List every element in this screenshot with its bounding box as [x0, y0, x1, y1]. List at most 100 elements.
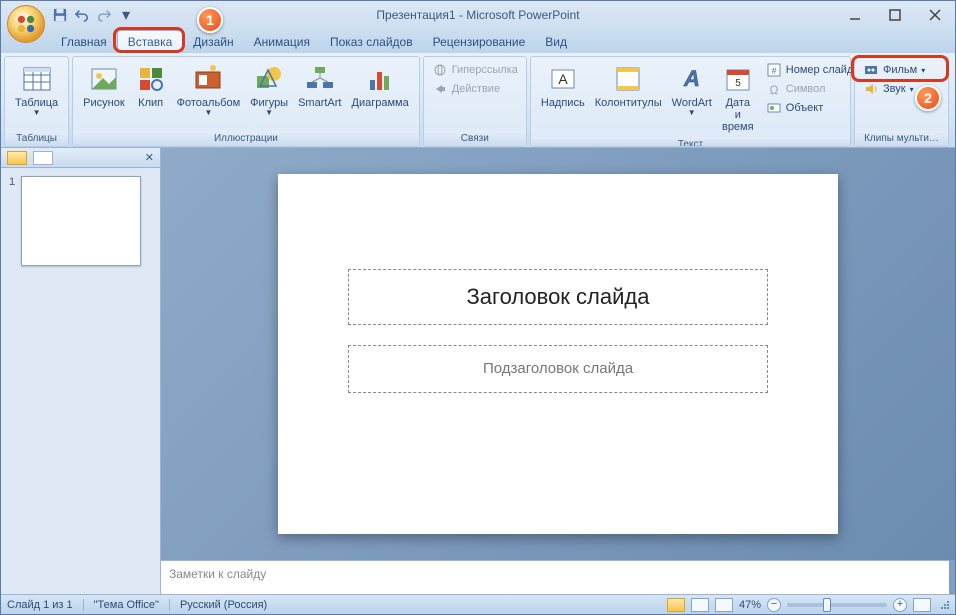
wordart-icon: A [676, 63, 708, 95]
action-button[interactable]: Действие [430, 80, 520, 98]
panel-close-icon[interactable]: ✕ [145, 151, 154, 164]
slidenumber-icon: # [766, 62, 782, 78]
symbol-icon: Ω [766, 81, 782, 97]
table-icon [21, 63, 53, 95]
clip-button[interactable]: Клип [131, 61, 171, 111]
status-theme: "Тема Office" [94, 599, 159, 611]
svg-text:#: # [771, 66, 776, 76]
smartart-icon [304, 63, 336, 95]
slide-canvas[interactable]: Заголовок слайда Подзаголовок слайда [161, 148, 955, 560]
zoom-in-button[interactable]: + [893, 598, 907, 612]
chart-button[interactable]: Диаграмма [348, 61, 413, 111]
action-icon [432, 81, 448, 97]
textbox-button[interactable]: AНадпись [537, 61, 589, 111]
textbox-icon: A [547, 63, 579, 95]
tab-review[interactable]: Рецензирование [423, 31, 536, 53]
group-text: AНадпись Колонтитулы AWordArt▼ 5Дата и в… [530, 56, 851, 147]
ribbon: Таблица▼ Таблицы Рисунок Клип Фотоальбом… [1, 53, 955, 148]
slide-thumbnail[interactable]: 1 [9, 176, 152, 266]
redo-icon[interactable] [95, 6, 113, 24]
office-logo-icon [15, 13, 37, 35]
status-bar: Слайд 1 из 1 "Тема Office" Русский (Росс… [1, 594, 955, 614]
tab-view[interactable]: Вид [535, 31, 577, 53]
chevron-down-icon: ▼ [33, 109, 41, 118]
fit-window-button[interactable] [913, 598, 931, 612]
sound-icon [863, 81, 879, 97]
chevron-down-icon: ▾ [910, 85, 914, 94]
group-links: Гиперссылка Действие Связи [423, 56, 527, 147]
slidenumber-button[interactable]: #Номер слайда [764, 61, 862, 79]
picture-icon [88, 63, 120, 95]
clip-icon [135, 63, 167, 95]
slides-tab-icon[interactable] [7, 151, 27, 165]
undo-icon[interactable] [73, 6, 91, 24]
symbol-button[interactable]: ΩСимвол [764, 80, 862, 98]
tab-slideshow[interactable]: Показ слайдов [320, 31, 423, 53]
maximize-button[interactable] [875, 4, 915, 26]
zoom-level[interactable]: 47% [739, 599, 761, 611]
object-button[interactable]: Объект [764, 99, 862, 117]
group-tables: Таблица▼ Таблицы [4, 56, 69, 147]
panel-tabs: ✕ [1, 148, 160, 168]
movie-button[interactable]: Фильм ▾ [861, 61, 927, 79]
headerfooter-icon [612, 63, 644, 95]
outline-tab-icon[interactable] [33, 151, 53, 165]
minimize-button[interactable] [835, 4, 875, 26]
window-title: Презентация1 - Microsoft PowerPoint [1, 8, 955, 22]
slides-panel: ✕ 1 [1, 148, 161, 594]
shapes-icon [253, 63, 285, 95]
svg-text:A: A [558, 71, 568, 87]
subtitle-placeholder[interactable]: Подзаголовок слайда [348, 345, 768, 393]
callout-badge-1: 1 [197, 7, 223, 33]
thumbnail-preview [21, 176, 141, 266]
datetime-icon: 5 [722, 63, 754, 95]
editor-area: Заголовок слайда Подзаголовок слайда Зам… [161, 148, 955, 594]
hyperlink-button[interactable]: Гиперссылка [430, 61, 520, 79]
resize-grip-icon[interactable] [937, 601, 949, 609]
workspace: ✕ 1 Заголовок слайда Подзаголовок слайда… [1, 148, 955, 594]
zoom-slider[interactable] [787, 603, 887, 607]
tab-insert[interactable]: Вставка [117, 30, 184, 53]
tab-home[interactable]: Главная [51, 31, 117, 53]
save-icon[interactable] [51, 6, 69, 24]
qat-dropdown-icon[interactable]: ▾ [117, 6, 135, 24]
wordart-button[interactable]: AWordArt▼ [668, 61, 716, 120]
headerfooter-button[interactable]: Колонтитулы [591, 61, 666, 111]
slide: Заголовок слайда Подзаголовок слайда [278, 174, 838, 534]
datetime-button[interactable]: 5Дата и время [718, 61, 758, 135]
close-button[interactable] [915, 4, 955, 26]
status-language[interactable]: Русский (Россия) [180, 599, 267, 611]
picture-button[interactable]: Рисунок [79, 61, 129, 111]
normal-view-button[interactable] [667, 598, 685, 612]
chevron-down-icon: ▼ [204, 109, 212, 118]
smartart-button[interactable]: SmartArt [294, 61, 345, 111]
zoom-out-button[interactable]: − [767, 598, 781, 612]
hyperlink-icon [432, 62, 448, 78]
tab-design[interactable]: Дизайн [183, 31, 243, 53]
slideshow-view-button[interactable] [715, 598, 733, 612]
movie-icon [863, 62, 879, 78]
callout-badge-2: 2 [915, 85, 941, 111]
group-illustrations: Рисунок Клип Фотоальбом▼ Фигуры▼ SmartAr… [72, 56, 420, 147]
photoalbum-button[interactable]: Фотоальбом▼ [173, 61, 245, 120]
chart-icon [364, 63, 396, 95]
status-slide: Слайд 1 из 1 [7, 599, 73, 611]
notes-pane[interactable]: Заметки к слайду [161, 560, 949, 594]
titlebar: ▾ Презентация1 - Microsoft PowerPoint [1, 1, 955, 29]
shapes-button[interactable]: Фигуры▼ [246, 61, 292, 120]
ribbon-tabs: Главная Вставка Дизайн Анимация Показ сл… [1, 29, 955, 53]
sorter-view-button[interactable] [691, 598, 709, 612]
chevron-down-icon: ▼ [688, 109, 696, 118]
photoalbum-icon [192, 63, 224, 95]
title-placeholder[interactable]: Заголовок слайда [348, 269, 768, 325]
quick-access-toolbar: ▾ [51, 6, 135, 24]
object-icon [766, 100, 782, 116]
svg-text:5: 5 [735, 78, 741, 89]
chevron-down-icon: ▼ [265, 109, 273, 118]
table-button[interactable]: Таблица▼ [11, 61, 62, 120]
chevron-down-icon: ▾ [921, 66, 925, 75]
office-button[interactable] [7, 5, 45, 43]
svg-text:A: A [683, 66, 700, 91]
tab-animation[interactable]: Анимация [244, 31, 320, 53]
svg-text:Ω: Ω [769, 83, 778, 96]
